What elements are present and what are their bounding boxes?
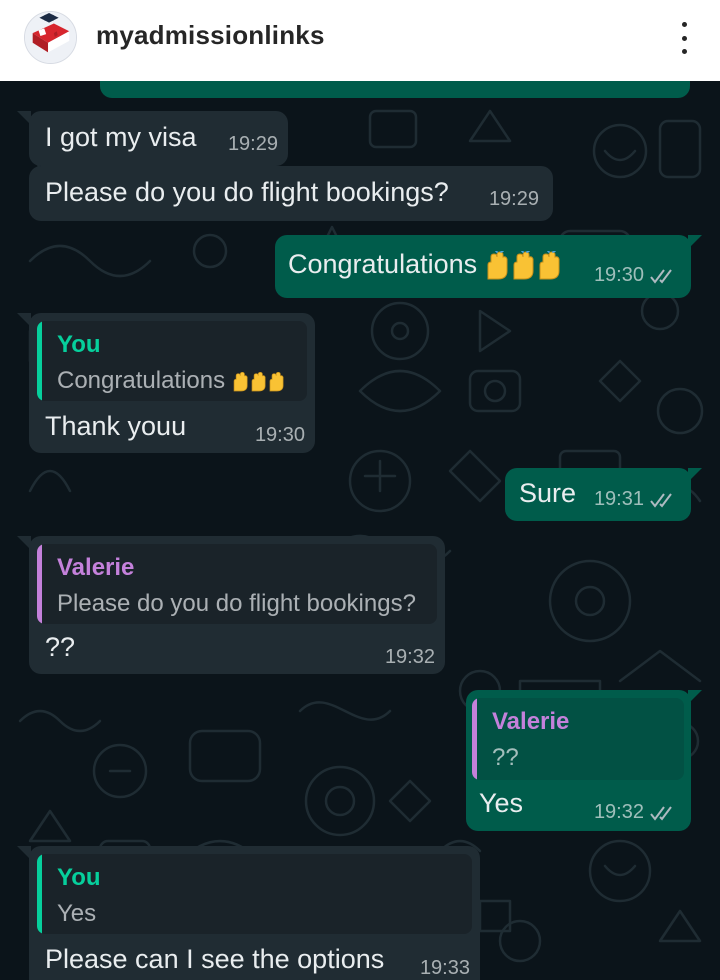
message-text-content: Congratulations [288, 249, 478, 279]
message-bubble-partial[interactable]: 00:00 [100, 81, 690, 98]
message-time: 19:29 [488, 188, 539, 210]
quote-sender-name: Valerie [492, 708, 570, 735]
quoted-message[interactable]: You Yes [37, 854, 472, 934]
double-check-read-icon [650, 492, 672, 508]
quote-text: Please do you do flight bookings? [57, 590, 416, 617]
quoted-message[interactable]: Valerie Please do you do flight bookings… [37, 544, 437, 624]
chat-area[interactable]: 00:00 I got my visa 19:29 Please do you … [0, 81, 720, 980]
raising-hands-emoji-icon [233, 371, 284, 391]
double-check-read-icon [650, 805, 672, 821]
profile-avatar[interactable] [24, 11, 77, 64]
quote-text: ?? [492, 744, 519, 771]
quote-sender-name: You [57, 331, 101, 358]
quote-accent-bar [37, 321, 42, 401]
incoming-message-bubble[interactable]: Valerie Please do you do flight bookings… [29, 536, 445, 674]
quote-text: Yes [57, 900, 97, 927]
message-time-text: 19:31 [593, 488, 644, 510]
message-text: Please can I see the options [45, 944, 385, 974]
more-vertical-icon[interactable] [678, 22, 690, 54]
message-time: 19:33 [419, 957, 470, 979]
message-text: Congratulations [288, 249, 569, 281]
message-time-text: 19:32 [593, 801, 644, 823]
outgoing-message-bubble[interactable]: Sure 19:31 [505, 468, 691, 521]
message-text: Yes [479, 788, 524, 818]
incoming-message-bubble[interactable]: Please do you do flight bookings? 19:29 [29, 166, 553, 221]
raising-hands-emoji-icon [487, 250, 560, 280]
incoming-message-bubble[interactable]: I got my visa 19:29 [29, 111, 288, 166]
incoming-message-bubble[interactable]: You Congratulations Thank youu 19:30 [29, 313, 315, 453]
message-time: 19:32 [384, 646, 435, 668]
quote-accent-bar [37, 544, 42, 624]
quote-sender-name: You [57, 864, 101, 891]
double-check-read-icon [650, 268, 672, 284]
outgoing-message-bubble[interactable]: Valerie ?? Yes 19:32 [466, 690, 691, 831]
message-time: 19:29 [227, 133, 278, 155]
quote-sender-name: Valerie [57, 554, 135, 581]
message-text: Thank youu [45, 411, 187, 441]
outgoing-message-bubble[interactable]: Congratulations 19:30 [275, 235, 691, 298]
message-time: 00:00 [620, 81, 670, 101]
quote-accent-bar [37, 854, 42, 934]
message-time-text: 19:30 [593, 264, 644, 286]
message-text: I got my visa [45, 122, 197, 152]
quote-accent-bar [472, 698, 477, 780]
profile-header: myadmissionlinks [0, 0, 720, 81]
incoming-message-bubble[interactable]: You Yes Please can I see the options 19:… [29, 846, 480, 980]
message-text: ?? [45, 632, 76, 662]
message-text: Sure [519, 478, 577, 508]
quote-text-content: Congratulations [57, 367, 226, 394]
message-time: 19:32 [594, 801, 677, 824]
message-text: Please do you do flight bookings? [45, 177, 449, 207]
quoted-message[interactable]: You Congratulations [37, 321, 307, 401]
quote-text: Congratulations [57, 367, 290, 395]
canada-book-logo-icon [25, 12, 76, 63]
quoted-message[interactable]: Valerie ?? [472, 698, 684, 780]
message-time: 19:30 [594, 264, 677, 287]
message-time: 19:31 [594, 488, 677, 511]
message-time: 19:30 [254, 424, 305, 446]
account-name[interactable]: myadmissionlinks [96, 20, 325, 51]
